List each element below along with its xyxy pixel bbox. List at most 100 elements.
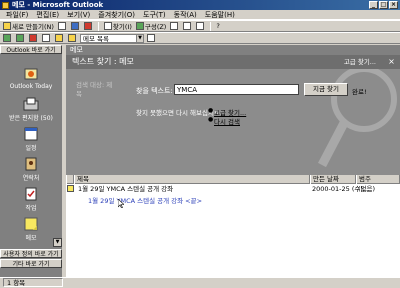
folder-up-button[interactable] [67,33,78,43]
toolbar-separator [97,21,99,31]
stop-button[interactable] [28,33,39,43]
column-icon[interactable] [66,175,74,184]
shortcut-label: 연락처 [22,175,40,182]
folder-banner: 메모 [66,45,400,55]
small-icons-button[interactable] [182,21,193,31]
organize-label: 구성(Z) [144,23,167,31]
delete-icon [83,22,92,30]
shortcut-outlook-today[interactable]: Outlook Today [0,67,62,90]
list-view-button[interactable] [195,21,206,31]
menu-view[interactable]: 보기(V) [63,10,94,20]
outlook-today-icon [24,68,38,80]
shortcut-label: 받은 편지함 (50) [9,115,53,122]
shortcut-inbox[interactable]: 받은 편지함 (50) [0,97,62,122]
notes-icon [24,217,38,231]
menu-actions[interactable]: 동작(A) [170,10,201,20]
shortcut-label: 메모 [25,235,37,242]
list-header: 제목 만든 날짜 범주 [66,175,400,184]
organize-icon [135,22,144,30]
close-button[interactable]: × [389,1,398,9]
print-button[interactable] [57,21,68,31]
move-button[interactable] [70,21,81,31]
small-icons-icon [183,22,192,30]
forward-button[interactable] [15,33,26,43]
chevron-down-icon: ▼ [136,34,143,42]
menu-favorites[interactable]: 즐겨찾기(O) [94,10,139,20]
printer-icon [57,22,66,30]
scroll-down-icon[interactable]: ▼ [53,238,62,247]
mouse-pointer-icon [118,199,124,208]
shortcut-label: 일정 [25,145,37,152]
shortcut-contacts[interactable]: 연락처 [0,157,62,182]
view-selector[interactable]: 메모 목록 ▼ [80,33,144,43]
shortcut-label: Outlook Today [9,83,53,90]
minimize-button[interactable]: _ [369,1,378,9]
view-selector-value: 메모 목록 [83,35,109,43]
search-input[interactable]: YMCA [174,84,299,95]
outlook-bar: Outlook 바로 가기 Outlook Today 받은 편지함 (50) … [0,45,64,277]
new-label: 새로 만들기(N) [12,23,54,31]
column-subject[interactable]: 제목 [74,175,310,184]
find-icon [103,22,112,30]
menu-tools[interactable]: 도구(T) [139,10,170,20]
back-arrow-icon [3,34,11,42]
item-count: 1 항목 [3,278,63,287]
bullet-icon: ● [208,107,214,114]
organize-button[interactable]: 구성(Z) [135,21,168,31]
menu-edit[interactable]: 편집(E) [32,10,63,20]
web-toolbar: 메모 목록 ▼ [0,32,400,44]
refresh-icon [42,34,50,42]
find-now-button[interactable]: 지금 찾기 [304,83,348,96]
maximize-button[interactable]: □ [379,1,388,9]
refresh-button[interactable] [41,33,52,43]
shortcut-calendar[interactable]: 일정 [0,127,62,152]
search-done-label: 완료! [352,88,367,96]
menu-file[interactable]: 파일(F) [2,10,32,20]
address-button[interactable] [146,33,157,43]
toolbar-separator [210,21,212,31]
inbox-icon [23,97,39,111]
other-shortcuts-group[interactable]: 기타 바로 가기 [0,259,62,268]
close-icon[interactable]: × [387,57,396,66]
delete-button[interactable] [83,21,94,31]
address-book-icon [147,34,155,42]
column-category[interactable]: 범주 [356,175,400,184]
menu-help[interactable]: 도움말(H) [201,10,239,20]
folder-up-icon [68,34,76,42]
new-button[interactable]: 새로 만들기(N) [2,21,55,31]
note-category: (없음) [358,185,376,193]
contacts-icon [25,157,37,171]
outlook-shortcuts-header[interactable]: Outlook 바로 가기 [0,45,62,54]
home-button[interactable] [54,33,65,43]
bullet-icon: ● [208,116,214,123]
shortcut-tasks[interactable]: 작업 [0,187,62,212]
standard-toolbar: 새로 만들기(N) 찾기(I) 구성(Z) ? [0,20,400,32]
tasks-icon [25,187,37,201]
list-view-icon [196,22,205,30]
status-bar: 1 항목 [0,277,400,288]
large-icons-icon [170,22,179,30]
list-item[interactable]: 1월 29일 YMCA 스텐실 공개 강좌 2000-01-25 (수)... … [66,185,400,193]
my-shortcuts-group[interactable]: 사용자 정의 바로 가기 [0,249,62,258]
back-button[interactable] [2,33,13,43]
title-bar: 메모 - Microsoft Outlook _ □ × [0,0,400,10]
advanced-find-link[interactable]: 고급 찾기... [344,56,376,66]
large-icons-button[interactable] [169,21,180,31]
note-preview[interactable]: 1월 29일 YMCA 스텐실 공개 강좌 <끝> [88,195,202,205]
help-button[interactable]: ? [215,21,225,31]
search-scope-label: 검색 대상: 제목 [76,81,113,98]
move-to-folder-icon [70,22,79,30]
search-again-link[interactable]: 다시 검색 [214,116,240,126]
forward-arrow-icon [16,34,24,42]
note-item-icon [67,185,74,194]
find-panel: 텍스트 찾기 : 메모 고급 찾기... × 검색 대상: 제목 찾을 텍스트:… [66,55,400,175]
outlook-app-icon [2,1,9,9]
menu-bar: 파일(F) 편집(E) 보기(V) 즐겨찾기(O) 도구(T) 동작(A) 도움… [0,10,400,20]
new-note-icon [3,22,11,30]
window-title: 메모 - Microsoft Outlook [12,1,104,9]
magnifier-watermark-icon [318,66,397,168]
home-icon [55,34,63,42]
find-button[interactable]: 찾기(I) [103,21,133,31]
column-created[interactable]: 만든 날짜 [310,175,356,184]
calendar-icon [24,127,38,141]
